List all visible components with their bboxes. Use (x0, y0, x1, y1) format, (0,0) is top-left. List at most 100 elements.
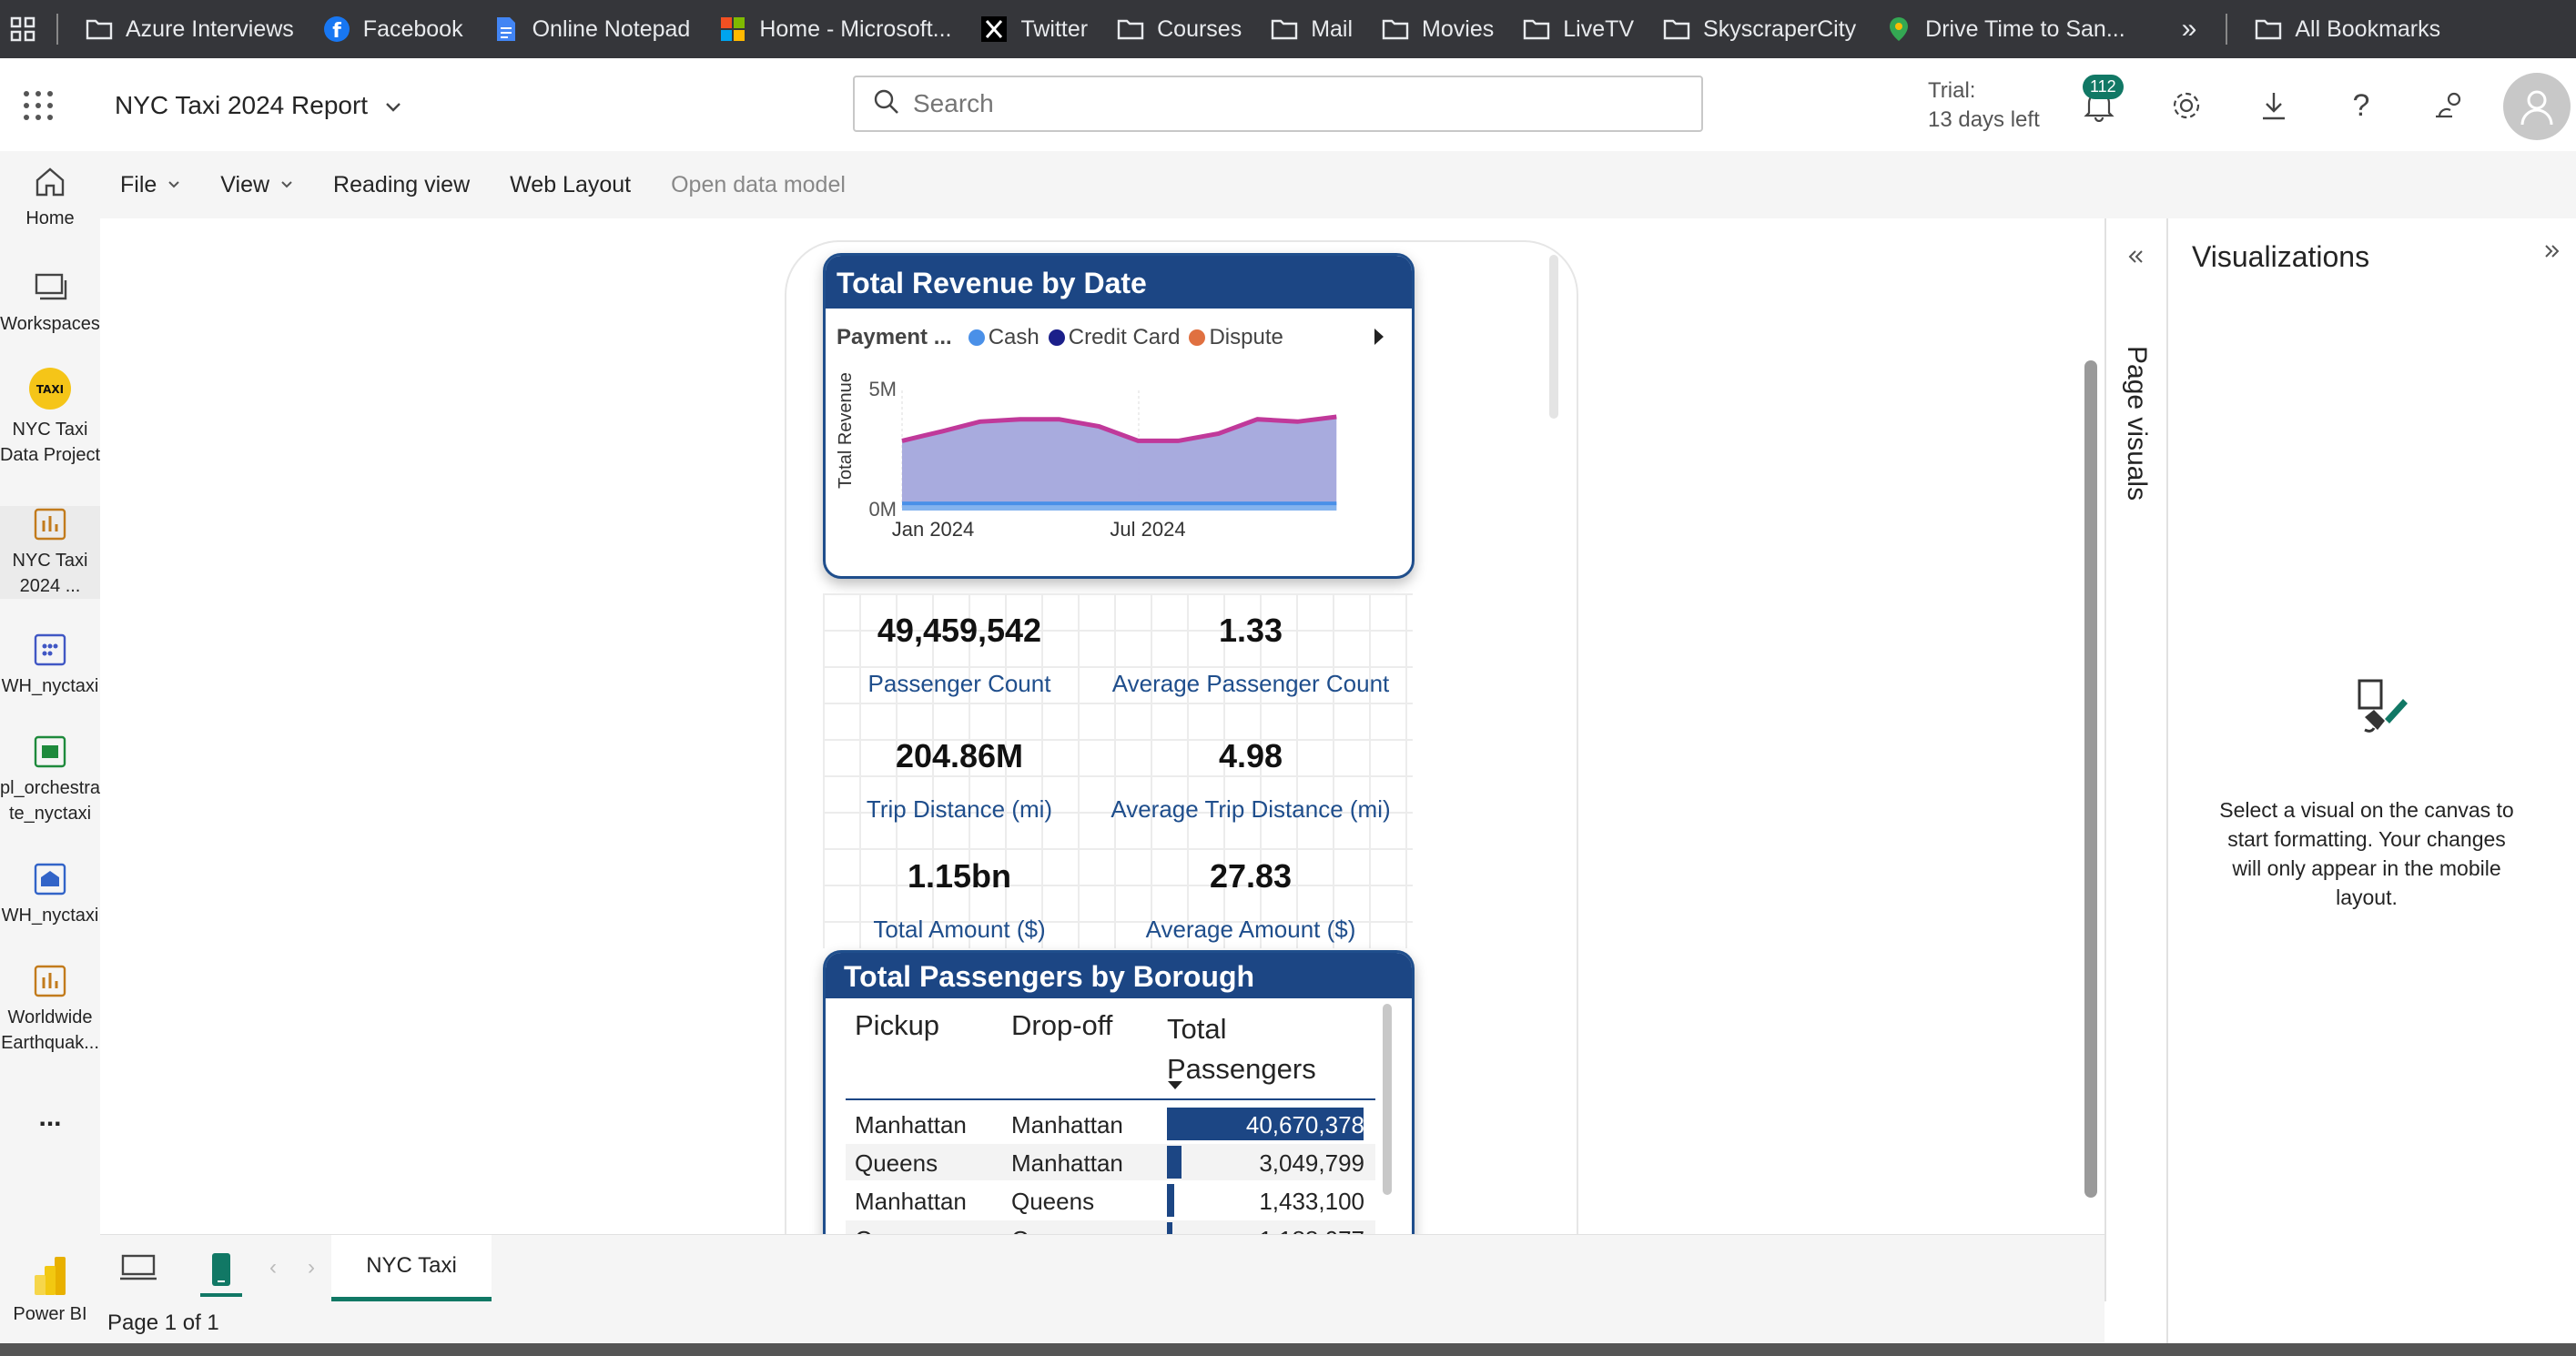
app-launcher-icon[interactable] (22, 89, 55, 122)
kpi-trip-distance-value: 204.86M (895, 737, 1024, 774)
nav-semantic-model[interactable]: WH_nyctaxi (0, 861, 100, 928)
col-header-dropoff[interactable]: Drop-off (1011, 1009, 1112, 1042)
open-data-model-button[interactable]: Open data model (671, 172, 846, 198)
nav-workspaces[interactable]: Workspaces (0, 269, 100, 337)
col-header-pickup[interactable]: Pickup (855, 1009, 939, 1042)
nav-home[interactable]: Home (0, 164, 100, 231)
collapse-right-icon[interactable] (2543, 242, 2561, 265)
kpi-avg-trip-distance-label: Average Trip Distance (mi) (1111, 795, 1391, 823)
series-area-credit-card[interactable] (902, 417, 1337, 511)
download-icon[interactable] (2254, 86, 2294, 126)
bookmark-mail[interactable]: Mail (1271, 15, 1353, 43)
legend-item-cash[interactable]: Cash (968, 325, 1040, 350)
search-input[interactable] (913, 89, 1659, 118)
search-box[interactable] (853, 76, 1703, 132)
bookmark-home-microsoft[interactable]: Home - Microsoft... (719, 15, 951, 43)
col-header-passengers: Passengers (1167, 1053, 1316, 1085)
kpi-avg-passenger-label: Average Passenger Count (1111, 670, 1390, 697)
nav-semantic-model-label: WH_nyctaxi (1, 906, 99, 926)
bookmark-skyscrapercity[interactable]: SkyscraperCity (1663, 15, 1856, 43)
power-bi-switcher[interactable]: Power BI (0, 1234, 100, 1343)
power-bi-label: Power BI (13, 1303, 87, 1324)
power-bi-logo-icon (35, 1256, 66, 1295)
bookmark-livetv[interactable]: LiveTV (1523, 15, 1634, 43)
expand-left-icon[interactable] (2126, 248, 2145, 270)
cell-pickup: Queens (855, 1149, 938, 1177)
settings-gear-icon[interactable] (2166, 86, 2206, 126)
mobile-layout-icon[interactable] (200, 1246, 242, 1297)
trial-status[interactable]: Trial: 13 days left (1928, 76, 2040, 135)
bookmark-drive-time-to-san[interactable]: Drive Time to San... (1885, 15, 2125, 43)
semantic-model-icon (32, 861, 68, 897)
bookmark-label: Courses (1157, 15, 1242, 42)
legend-item-dispute[interactable]: Dispute (1189, 325, 1283, 350)
kpi-total-amount-label: Total Amount ($) (873, 916, 1046, 943)
canvas-vertical-scrollbar[interactable] (2084, 360, 2097, 1198)
share-feedback-icon[interactable] (2429, 86, 2469, 126)
mobile-layout-scrollbar[interactable] (1549, 255, 1558, 419)
legend-cash-label: Cash (988, 325, 1040, 349)
report-icon (32, 963, 68, 999)
page-visuals-pane[interactable]: Page visuals (2104, 218, 2166, 1301)
nav-nyc-taxi-report[interactable]: NYC Taxi 2024 ... (0, 506, 100, 599)
nav-pipeline-label-1: pl_orchestra (0, 778, 100, 798)
table-row[interactable]: Queens Manhattan 3,049,799 (846, 1144, 1375, 1180)
report-title-dropdown[interactable]: NYC Taxi 2024 Report (115, 91, 402, 120)
legend-title: Payment ... (837, 325, 952, 349)
bookmark-azure-interviews[interactable]: Azure Interviews (86, 15, 294, 43)
x-tick-jul-2024: Jul 2024 (1110, 518, 1185, 541)
bookmark-label: SkyscraperCity (1703, 15, 1857, 42)
kpi-passenger-count-value: 49,459,542 (877, 612, 1042, 649)
y-tick-5m: 5M (868, 378, 897, 400)
table-row[interactable]: Manhattan Queens 1,433,100 (846, 1182, 1375, 1219)
bookmark-courses[interactable]: Courses (1117, 15, 1242, 43)
legend-next-icon[interactable] (1372, 327, 1386, 351)
bookmark-facebook[interactable]: f Facebook (323, 15, 463, 43)
all-bookmarks-link[interactable]: All Bookmarks (2255, 15, 2440, 43)
doc-icon (492, 15, 520, 43)
folder-icon (1382, 15, 1409, 43)
borough-table-visual[interactable]: Total Passengers by Borough Pickup Drop-… (823, 950, 1415, 1260)
microsoft-icon (719, 15, 746, 43)
bookmark-online-notepad[interactable]: Online Notepad (492, 15, 690, 43)
col-header-total-passengers[interactable]: Total Passengers (1167, 1009, 1316, 1089)
project-logo-icon: TAXI (27, 366, 73, 411)
bookmarks-overflow-button[interactable]: » (2182, 14, 2197, 45)
sort-descending-icon[interactable] (1166, 1078, 1184, 1095)
cell-pickup: Manhattan (855, 1111, 967, 1138)
legend-item-credit-card[interactable]: Credit Card (1048, 325, 1180, 350)
revenue-chart-visual[interactable]: Total Revenue by Date Payment ... Cash C… (823, 253, 1415, 579)
trial-days-left: 13 days left (1928, 107, 2040, 132)
nav-pipeline[interactable]: pl_orchestra te_nyctaxi (0, 734, 100, 826)
revenue-area-chart[interactable]: Total Revenue 5M 0M Jan 2024 Jul 2024 (826, 365, 1412, 576)
bookmark-twitter[interactable]: Twitter (980, 15, 1088, 43)
reading-view-button[interactable]: Reading view (333, 172, 470, 198)
nav-wh-nyctaxi[interactable]: WH_nyctaxi (0, 632, 100, 699)
kpi-grid: 49,459,542 Passenger Count 1.33 Average … (823, 593, 1413, 948)
table-row[interactable]: Manhattan Manhattan 40,670,378 (846, 1106, 1375, 1142)
desktop-layout-icon[interactable] (120, 1253, 157, 1287)
web-layout-button[interactable]: Web Layout (510, 172, 631, 198)
visualizations-title: Visualizations (2192, 240, 2370, 273)
page-next-icon[interactable]: › (308, 1255, 315, 1280)
page-count: Page 1 of 1 (107, 1310, 219, 1335)
bookmark-movies[interactable]: Movies (1382, 15, 1494, 43)
view-menu[interactable]: View (220, 172, 293, 198)
revenue-chart-title: Total Revenue by Date (826, 256, 1412, 309)
nav-nyc-taxi-data-project[interactable]: TAXI NYC Taxi Data Project (0, 366, 100, 468)
table-scrollbar[interactable] (1383, 1004, 1392, 1195)
apps-grid-icon[interactable] (9, 15, 36, 43)
file-menu[interactable]: File (120, 172, 180, 198)
folder-icon (2255, 15, 2282, 43)
y-axis-label: Total Revenue (836, 372, 856, 489)
chart-legend: Payment ... Cash Credit Card Dispute (837, 325, 1283, 350)
folder-icon (1523, 15, 1550, 43)
nav-worldwide-earthquakes[interactable]: Worldwide Earthquak... (0, 963, 100, 1056)
user-avatar[interactable] (2503, 73, 2571, 140)
page-tab-nyc-taxi[interactable]: NYC Taxi (331, 1235, 492, 1302)
help-icon[interactable]: ? (2341, 86, 2381, 126)
cell-dropoff: Manhattan (1011, 1111, 1123, 1138)
kpi-passenger-count-label: Passenger Count (867, 670, 1051, 697)
page-prev-icon[interactable]: ‹ (269, 1255, 277, 1280)
nav-more-button[interactable]: ... (0, 1105, 100, 1130)
